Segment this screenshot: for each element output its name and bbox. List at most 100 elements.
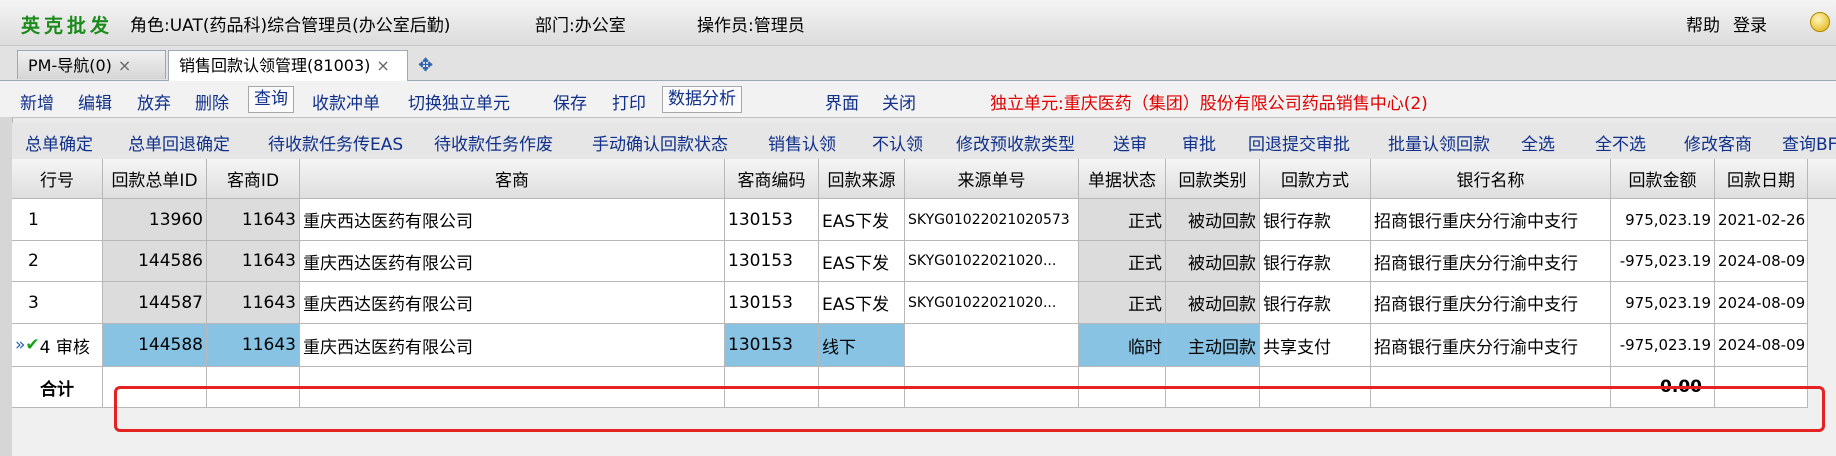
col-header-payment-category[interactable]: 回款类别 — [1166, 159, 1260, 199]
modify-prepay-type-button[interactable]: 修改预收款类型 — [956, 130, 1075, 155]
col-header-customer[interactable]: 客商 — [300, 159, 725, 199]
brand-logo: 英克批发 — [21, 15, 114, 37]
close-button[interactable]: 关闭 — [882, 89, 916, 114]
customer-id-cell: 11643 — [207, 241, 300, 282]
bank-cell: 招商银行重庆分行渝中支行 — [1371, 241, 1611, 282]
total-empty-cell — [905, 367, 1079, 408]
payment-method-cell: 银行存款 — [1260, 199, 1371, 241]
void-task-button[interactable]: 待收款任务作废 — [434, 130, 553, 155]
customer-cell: 重庆西达医药有限公司 — [300, 199, 725, 241]
print-button[interactable]: 打印 — [612, 89, 646, 114]
customer-cell: 重庆西达医药有限公司 — [300, 324, 725, 367]
amount-cell: -975,023.19 — [1611, 241, 1715, 282]
unit-info-label: 独立单元:重庆医药（集团）股份有限公司药品销售中心(2) — [990, 94, 1428, 114]
customer-id-cell: 11643 — [207, 199, 300, 241]
total-empty-cell — [300, 367, 725, 408]
col-header-date[interactable]: 回款日期 — [1715, 159, 1808, 199]
total-empty-cell — [819, 367, 905, 408]
no-claim-button[interactable]: 不认领 — [872, 130, 923, 155]
add-button[interactable]: 新增 — [20, 89, 54, 114]
role-label: 角色:UAT(药品科)综合管理员(办公室后勤) — [130, 16, 451, 36]
date-cell: 2024-08-09 — [1715, 324, 1808, 367]
row-pointer-icon: » — [15, 335, 26, 355]
check-icon: ✔ — [25, 335, 40, 355]
payment-method-cell: 银行存款 — [1260, 241, 1371, 282]
payment-category-cell: 被动回款 — [1166, 282, 1260, 324]
login-link[interactable]: 登录 — [1733, 11, 1767, 36]
query-bf-button[interactable]: 查询BF — [1782, 130, 1836, 155]
amount-cell: 975,023.19 — [1611, 282, 1715, 324]
close-icon[interactable]: × — [118, 56, 131, 75]
source-no-cell — [905, 324, 1079, 367]
manual-confirm-button[interactable]: 手动确认回款状态 — [592, 130, 728, 155]
payment-grid: 行号 回款总单ID 客商ID 客商 客商编码 回款来源 来源单号 单据状态 回款… — [12, 159, 1836, 456]
col-header-bank[interactable]: 银行名称 — [1371, 159, 1611, 199]
sales-claim-button[interactable]: 销售认领 — [768, 130, 836, 155]
col-header-source[interactable]: 回款来源 — [819, 159, 905, 199]
edit-button[interactable]: 编辑 — [78, 89, 112, 114]
row-number-label: 4 审核 — [39, 337, 90, 358]
total-empty-cell — [1079, 367, 1166, 408]
row-number-cell: 1 — [12, 199, 103, 241]
customer-code-cell: 130153 — [725, 241, 819, 282]
col-header-customer-code[interactable]: 客商编码 — [725, 159, 819, 199]
batch-claim-button[interactable]: 批量认领回款 — [1388, 130, 1490, 155]
action-toolbar: 总单确定 总单回退确定 待收款任务传EAS 待收款任务作废 手动确认回款状态 销… — [12, 123, 1836, 160]
revert-confirm-button[interactable]: 总单回退确定 — [128, 130, 230, 155]
order-id-cell: 144586 — [103, 241, 207, 282]
doc-status-cell: 正式 — [1079, 241, 1166, 282]
payment-category-cell: 被动回款 — [1166, 199, 1260, 241]
switch-unit-button[interactable]: 切换独立单元 — [408, 89, 510, 114]
customer-code-cell: 130153 — [725, 282, 819, 324]
col-header-customer-id[interactable]: 客商ID — [207, 159, 300, 199]
customer-cell: 重庆西达医药有限公司 — [300, 241, 725, 282]
tab-label: PM-导航(0) — [28, 56, 112, 75]
tab-label: 销售回款认领管理(81003) — [179, 56, 371, 75]
select-all-button[interactable]: 全选 — [1521, 130, 1555, 155]
interface-button[interactable]: 界面 — [825, 89, 859, 114]
tab-pm-navigation[interactable]: PM-导航(0) × — [17, 50, 166, 79]
discard-button[interactable]: 放弃 — [137, 89, 171, 114]
revert-approval-button[interactable]: 回退提交审批 — [1248, 130, 1350, 155]
col-header-payment-method[interactable]: 回款方式 — [1260, 159, 1371, 199]
main-toolbar: 新增 编辑 放弃 删除 查询 收款冲单 切换独立单元 保存 打印 数据分析 界面… — [0, 81, 1836, 118]
col-header-order-id[interactable]: 回款总单ID — [103, 159, 207, 199]
submit-review-button[interactable]: 送审 — [1113, 130, 1147, 155]
help-link[interactable]: 帮助 — [1686, 11, 1720, 36]
send-to-eas-button[interactable]: 待收款任务传EAS — [268, 130, 403, 155]
total-empty-cell — [1715, 367, 1808, 408]
tab-sales-payment-claim[interactable]: 销售回款认领管理(81003) × — [168, 50, 408, 81]
payment-method-cell: 银行存款 — [1260, 282, 1371, 324]
total-empty-cell — [725, 367, 819, 408]
payment-category-cell: 被动回款 — [1166, 241, 1260, 282]
close-icon[interactable]: × — [376, 56, 389, 75]
source-no-cell: SKYG01022021020... — [905, 241, 1079, 282]
date-cell: 2021-02-26 — [1715, 199, 1808, 241]
col-header-doc-status[interactable]: 单据状态 — [1079, 159, 1166, 199]
confirm-order-button[interactable]: 总单确定 — [25, 130, 93, 155]
row-number-cell: » ✔ 4 审核 — [12, 324, 103, 367]
offset-button[interactable]: 收款冲单 — [312, 89, 380, 114]
order-id-cell: 13960 — [103, 199, 207, 241]
delete-button[interactable]: 删除 — [195, 89, 229, 114]
query-button[interactable]: 查询 — [248, 86, 294, 113]
data-analysis-button[interactable]: 数据分析 — [662, 86, 742, 113]
customer-id-cell: 11643 — [207, 324, 300, 367]
doc-status-cell: 正式 — [1079, 199, 1166, 241]
add-tab-icon[interactable]: ✥ — [418, 55, 433, 76]
save-button[interactable]: 保存 — [553, 89, 587, 114]
source-no-cell: SKYG01022021020... — [905, 282, 1079, 324]
col-header-source-no[interactable]: 来源单号 — [905, 159, 1079, 199]
order-id-cell: 144588 — [103, 324, 207, 367]
total-empty-cell — [207, 367, 300, 408]
source-cell: EAS下发 — [819, 282, 905, 324]
dept-label: 部门:办公室 — [535, 16, 626, 36]
deselect-all-button[interactable]: 全不选 — [1595, 130, 1646, 155]
order-id-cell: 144587 — [103, 282, 207, 324]
tab-strip: PM-导航(0) × 销售回款认领管理(81003) × ✥ — [0, 46, 1836, 81]
approve-button[interactable]: 审批 — [1182, 130, 1216, 155]
modify-customer-button[interactable]: 修改客商 — [1684, 130, 1752, 155]
col-header-amount[interactable]: 回款金额 — [1611, 159, 1715, 199]
col-header-row-no[interactable]: 行号 — [12, 159, 103, 199]
customer-cell: 重庆西达医药有限公司 — [300, 282, 725, 324]
